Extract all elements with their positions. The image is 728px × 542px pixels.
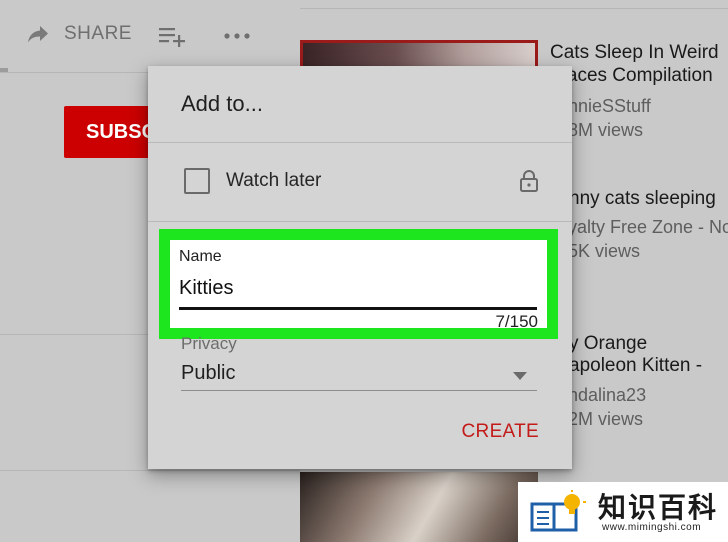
video-actions-bar: SHARE: [0, 0, 290, 72]
privacy-dropdown[interactable]: Public: [181, 362, 537, 392]
privacy-value: Public: [181, 362, 236, 384]
privacy-label: Privacy: [181, 334, 237, 353]
lock-icon: [520, 170, 538, 192]
share-button[interactable]: SHARE: [26, 22, 132, 46]
video-views: …5K views: [550, 241, 641, 261]
name-input-underline: [179, 307, 537, 310]
add-to-playlist-icon[interactable]: [158, 24, 186, 48]
privacy-underline: [181, 390, 537, 391]
video-channel: …nnieSStuff: [550, 96, 651, 116]
playlist-name-input[interactable]: [179, 273, 537, 303]
create-button[interactable]: CREATE: [462, 421, 539, 443]
character-counter: 7/150: [495, 312, 538, 331]
divider: [148, 142, 572, 143]
more-icon[interactable]: [222, 26, 252, 46]
video-channel: …yalty Free Zone - No: [550, 217, 728, 237]
divider: [0, 470, 300, 471]
video-title[interactable]: Cats Sleep In Weird: [550, 41, 728, 64]
divider: [148, 221, 572, 222]
dropdown-caret-icon: [513, 372, 527, 380]
video-channel: …ndalina23: [550, 385, 647, 405]
video-title[interactable]: …nny cats sleeping: [550, 187, 728, 210]
watch-later-row[interactable]: Watch later: [184, 167, 540, 195]
watermark: 知识百科 www.mimingshi.com: [518, 482, 728, 542]
video-title[interactable]: …y Orange: [550, 332, 728, 355]
watch-later-checkbox[interactable]: [184, 168, 210, 194]
book-lightbulb-logo: [530, 490, 586, 532]
video-title-line2[interactable]: Places Compilation: [550, 64, 728, 87]
video-title-line2[interactable]: …apoleon Kitten -: [550, 354, 728, 377]
watermark-title: 知识百科: [598, 492, 719, 523]
name-label: Name: [179, 248, 222, 265]
watermark-url: www.mimingshi.com: [602, 522, 702, 533]
watch-later-label: Watch later: [226, 170, 322, 191]
divider: [300, 8, 728, 9]
dialog-title: Add to...: [181, 91, 263, 116]
name-field-highlight[interactable]: Name 7/150: [159, 229, 558, 339]
share-icon: [28, 26, 48, 43]
video-views: …8M views: [550, 120, 644, 140]
add-to-playlist-dialog: Add to... Watch later Name 7/150 Privacy…: [148, 66, 572, 469]
share-label: SHARE: [64, 23, 132, 44]
video-thumbnail[interactable]: [300, 472, 538, 542]
video-views: …2M views: [550, 409, 644, 429]
